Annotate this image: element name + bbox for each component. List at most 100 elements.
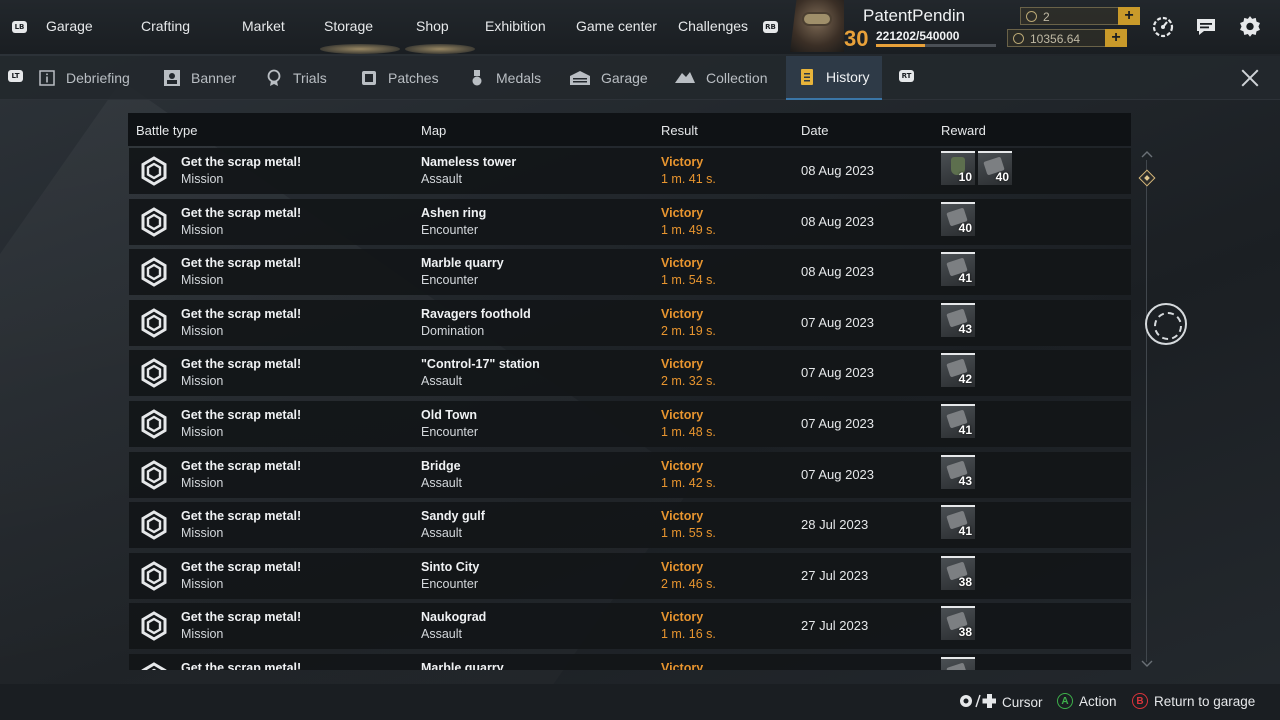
map-mode: Assault [421,475,462,490]
reward-item[interactable]: 41 [941,252,975,287]
battle-date: 07 Aug 2023 [801,314,875,330]
reward-item[interactable]: 42 [941,353,975,388]
result: Victory [661,661,704,670]
lb-button-hint[interactable]: LB [12,21,27,33]
action-hint[interactable]: A Action [1057,693,1117,709]
top-nav-game-center[interactable]: Game center [576,18,657,34]
table-row[interactable]: Get the scrap metal! Mission Sandy gulf Ass… [129,502,1131,549]
tab-medals[interactable]: Medals [468,56,541,100]
table-row[interactable]: Get the scrap metal! Mission Bridge Assault… [129,451,1131,498]
reward-item[interactable]: 41 [941,505,975,540]
map-mode: Assault [421,627,462,642]
table-row[interactable]: Get the scrap metal! Mission Nameless towe… [129,148,1131,194]
tab-banner[interactable]: Banner [163,56,236,100]
chat-icon[interactable] [1193,14,1219,40]
table-row[interactable]: Get the scrap metal!MissionMarble quarry… [129,249,1131,296]
reward-quantity: 40 [995,170,1009,184]
b-button-icon: B [1132,693,1148,709]
result: Victory [661,559,704,574]
tab-medals-label: Medals [496,70,542,86]
reward-item[interactable] [941,657,975,670]
reward-quantity: 38 [958,574,972,589]
coin-icon [1013,33,1024,44]
collection-icon [674,69,696,87]
mission-hex-icon [139,459,169,490]
tab-collection[interactable]: Collection [674,56,767,100]
top-nav-market[interactable]: Market [242,18,285,34]
top-nav-storage[interactable]: Storage [324,18,373,34]
cursor-hint[interactable]: Cursor [958,693,1043,712]
add-coupons-button[interactable]: + [1118,7,1140,25]
top-nav-challenges[interactable]: Challenges [678,18,748,34]
battle-mode: Mission [181,627,224,642]
reward-item[interactable]: 10 [941,151,975,185]
reward-item[interactable]: 43 [941,302,975,337]
table-row[interactable]: Get the scrap metal! Mission Naukograd Assa… [129,603,1131,650]
scroll-up-chevron-icon[interactable] [1141,150,1153,158]
close-icon[interactable] [1238,66,1262,90]
gamepad-cursor [1145,303,1187,345]
map-mode: Assault [421,172,462,186]
battle-type: Get the scrap metal! [181,306,302,321]
reward-item[interactable]: 38 [941,555,975,590]
table-row[interactable]: Get the scrap metal! Mission "Control-17" … [129,350,1131,397]
player-level: 30 [844,26,869,51]
rb-button-hint[interactable]: RB [763,21,778,33]
battle-duration: 2 m. 46 s. [661,576,716,591]
result: Victory [661,509,704,524]
tab-trials[interactable]: Trials [265,56,327,100]
battle-date: 27 Jul 2023 [801,618,869,634]
battle-duration: 1 m. 49 s. [661,222,716,237]
reward-quantity: 41 [958,524,972,539]
scroll-down-chevron-icon[interactable] [1141,660,1153,668]
top-nav-garage[interactable]: Garage [46,18,93,34]
reward-item[interactable]: 40 [941,201,975,236]
table-row[interactable]: Get the scrap metal! Mission Old Town Encou… [129,401,1131,447]
reward-item[interactable]: 40 [978,151,1012,185]
xp-bar-fill [876,44,926,47]
battle-duration: 1 m. 16 s. [661,627,716,642]
currency-coupons-value: 2 [1043,10,1050,24]
return-hint-label: Return to garage [1154,693,1256,709]
table-header: Battle type Map Result Date Reward [128,113,1131,146]
top-nav: LB Garage Crafting Market Storage Shop E… [0,0,790,54]
top-nav-crafting[interactable]: Crafting [141,18,190,34]
battle-date: 28 Jul 2023 [801,517,869,533]
reward-list: 43 [941,454,975,489]
patch-icon [360,69,378,87]
lt-button-hint[interactable]: LT [8,70,23,82]
player-panel[interactable]: 30 PatentPendin 221202/540000 [782,0,1012,54]
reward-item[interactable]: 38 [941,606,975,641]
speedometer-icon[interactable] [1150,14,1176,40]
rt-button-hint[interactable]: RT [899,70,914,82]
tab-patches[interactable]: Patches [360,56,439,100]
table-row[interactable]: Get the scrap metal! Mission Ravagers foot… [129,299,1131,346]
battle-duration: 1 m. 55 s. [661,526,716,541]
map-name: Ravagers foothold [421,306,531,321]
reward-item[interactable]: 43 [941,454,975,489]
tab-patches-label: Patches [388,70,439,86]
reward-item[interactable]: 41 [941,404,975,438]
table-row[interactable]: Get the scrap metal!MissionMarble quarry… [129,654,1131,670]
mission-hex-icon [139,156,169,186]
battle-mode: Mission [181,222,224,237]
tab-debriefing-label: Debriefing [66,70,130,86]
top-nav-shop[interactable]: Shop [416,18,449,34]
header-reward: Reward [941,123,986,138]
map-name: Bridge [421,458,461,473]
header-result: Result [661,123,698,138]
scrollbar-track[interactable] [1146,160,1147,662]
add-coins-button[interactable]: + [1105,29,1127,47]
tab-garage[interactable]: Garage [569,56,648,100]
top-nav-exhibition[interactable]: Exhibition [485,18,546,34]
tab-history[interactable]: History [786,56,882,100]
return-hint[interactable]: B Return to garage [1132,693,1255,709]
tab-debriefing[interactable]: Debriefing [38,56,130,100]
reward-quantity: 41 [958,271,972,286]
map-name: Nameless tower [421,155,517,169]
settings-gear-icon[interactable] [1237,14,1263,40]
result: Victory [661,357,704,372]
map-mode: Encounter [421,576,478,591]
table-row[interactable]: Get the scrap metal! Mission Sinto City Enc… [129,552,1131,599]
table-row[interactable]: Get the scrap metal! Mission Ashen ring Enc… [129,198,1131,245]
